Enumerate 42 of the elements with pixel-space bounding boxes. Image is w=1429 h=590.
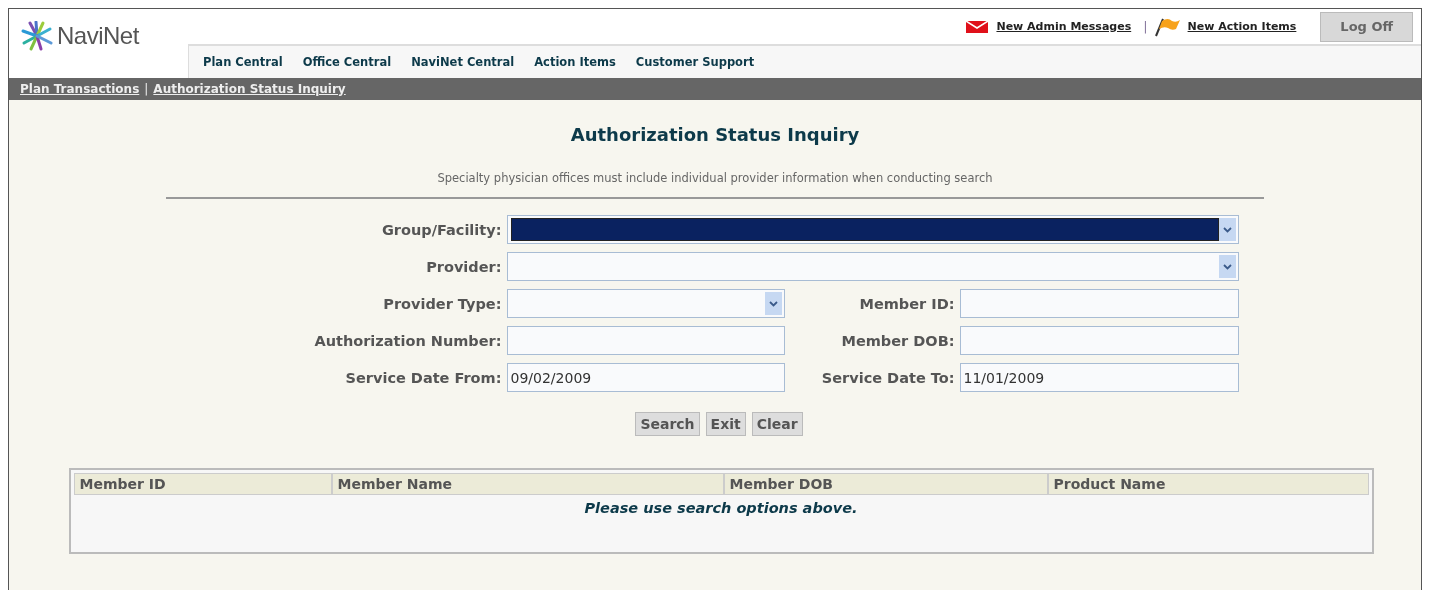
empty-message: Please use search options above.	[583, 500, 859, 516]
nav-tab[interactable]: Action Items	[526, 51, 624, 73]
input-field[interactable]	[506, 326, 785, 355]
field-label: Provider:	[425, 258, 502, 275]
input-field[interactable]	[959, 289, 1239, 318]
field-label: Authorization Number:	[313, 332, 502, 349]
field-label: Group/Facility:	[380, 221, 502, 238]
nav-tab[interactable]: Plan Central	[195, 51, 291, 73]
log-off-button[interactable]: Log Off	[1320, 11, 1413, 42]
field-label: Service Date From:	[344, 369, 502, 386]
dropdown-field[interactable]	[506, 252, 1239, 281]
input-field[interactable]: 09/02/2009	[506, 363, 785, 392]
field-label: Member ID:	[858, 295, 955, 312]
column-header: Product Name	[1047, 473, 1369, 495]
form-button[interactable]: Exit	[705, 412, 746, 436]
field-label: Provider Type:	[382, 295, 502, 312]
dropdown-field[interactable]	[506, 289, 785, 318]
nav-tab[interactable]: NaviNet Central	[403, 51, 523, 73]
envelope-icon	[966, 20, 989, 33]
nav-tab[interactable]: Office Central	[294, 51, 400, 73]
header-link[interactable]: New Action Items	[1187, 20, 1297, 33]
field-label: Member DOB:	[840, 332, 955, 349]
form-button[interactable]: Search	[635, 412, 700, 436]
field-label: Service Date To:	[820, 369, 955, 386]
form-button[interactable]: Clear	[751, 412, 803, 436]
starburst-logo-icon	[21, 21, 53, 51]
dropdown-field[interactable]	[506, 215, 1239, 244]
column-header: Member Name	[331, 473, 724, 495]
breadcrumb-separator: |	[144, 82, 149, 96]
brand-name: NaviNet	[57, 22, 139, 50]
input-field[interactable]: 11/01/2009	[959, 363, 1239, 392]
nav-tab[interactable]: Customer Support	[627, 51, 763, 73]
page-title: Authorization Status Inquiry	[570, 124, 860, 145]
link-separator: |	[1143, 19, 1148, 34]
flag-icon	[1153, 16, 1180, 37]
breadcrumb-link[interactable]: Authorization Status Inquiry	[153, 82, 346, 96]
input-field[interactable]	[959, 326, 1239, 355]
header-link[interactable]: New Admin Messages	[996, 20, 1132, 33]
breadcrumb-link[interactable]: Plan Transactions	[20, 82, 140, 96]
column-header: Member DOB	[723, 473, 1048, 495]
column-header: Member ID	[73, 473, 332, 495]
notice-text: Specialty physician offices must include individual provider information when conducting search	[437, 171, 993, 185]
